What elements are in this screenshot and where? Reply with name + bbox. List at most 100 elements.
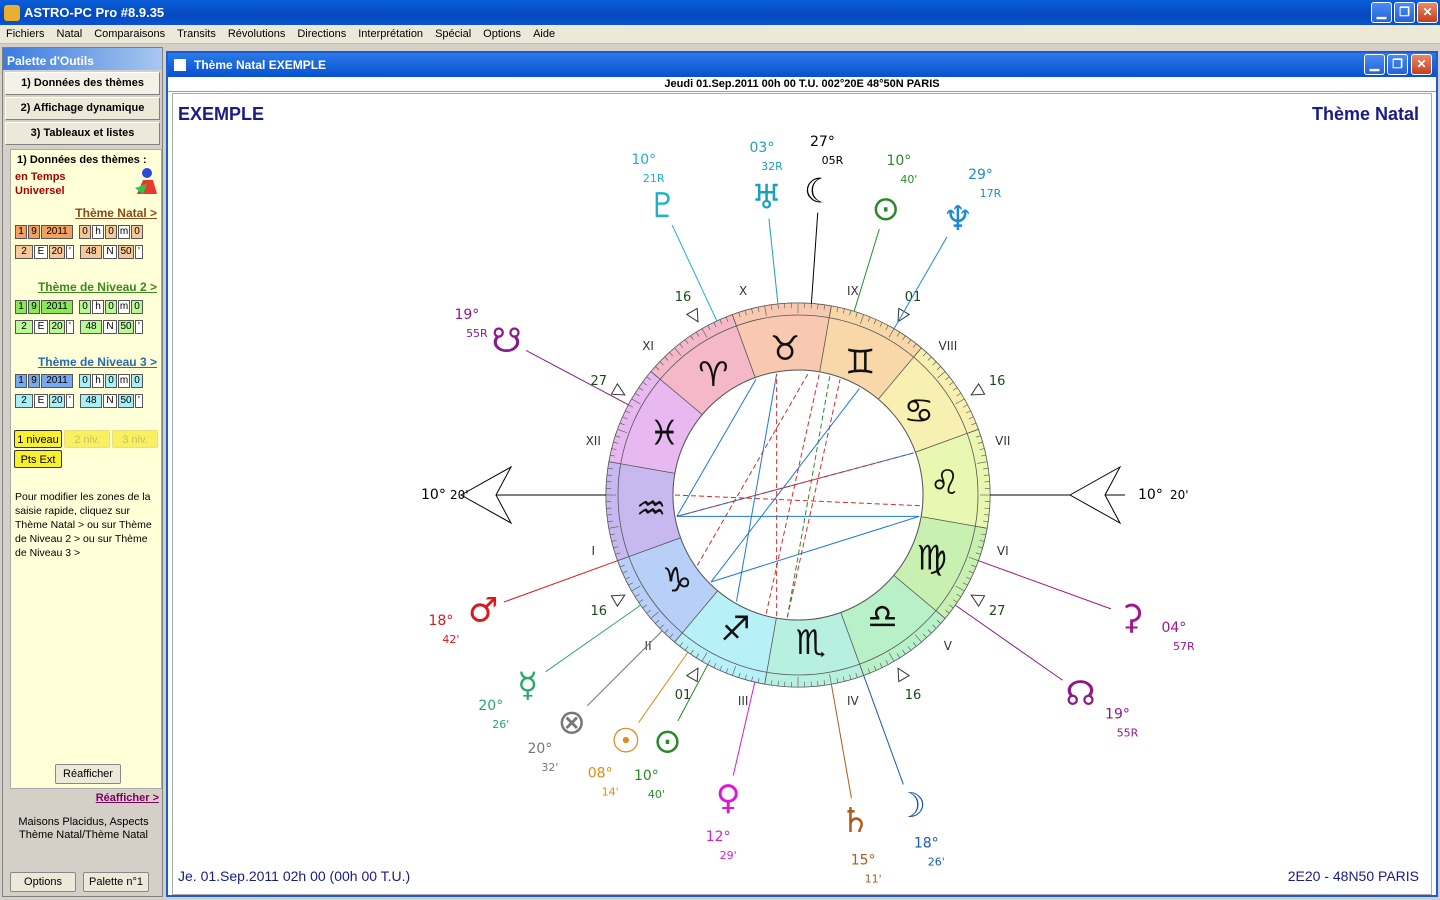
zodiac-sign-icon: ♓: [649, 414, 679, 454]
planet-minute: 17R: [980, 187, 1002, 200]
natal-month[interactable]: 9: [28, 225, 40, 239]
menu-transits[interactable]: Transits: [171, 28, 222, 40]
tab-donnees[interactable]: 1) Données des thèmes: [5, 72, 160, 95]
planet-pointer-line: [586, 630, 663, 707]
n3-hour[interactable]: 0: [79, 374, 91, 388]
planet-minute: 29': [720, 849, 737, 862]
planet-degree: 15°: [851, 852, 876, 868]
n2-lat-deg[interactable]: 48: [80, 320, 102, 334]
n2-hour[interactable]: 0: [79, 300, 91, 314]
planet-degree: 10°: [886, 153, 911, 169]
n3-year[interactable]: 2011: [41, 374, 73, 388]
house-numeral: VII: [995, 434, 1010, 448]
menu-interpretation[interactable]: Interprétation: [352, 28, 429, 40]
n2-minute[interactable]: 0: [105, 300, 117, 314]
chart-window-icon: [174, 59, 186, 71]
planet-glyph-icon: ⚳: [1119, 597, 1144, 637]
level-3-button[interactable]: 3 niv.: [112, 430, 158, 448]
app-titlebar: ASTRO-PC Pro #8.9.35 ▁ ❐ ✕: [0, 0, 1440, 25]
planet-glyph-icon: ☊: [1066, 674, 1096, 714]
house-numeral: II: [645, 639, 652, 653]
planet-degree: 12°: [706, 829, 731, 845]
house-numeral: IX: [847, 284, 859, 298]
n3-minute[interactable]: 0: [105, 374, 117, 388]
reafficher-link[interactable]: Réafficher >: [3, 792, 159, 804]
menu-directions[interactable]: Directions: [291, 28, 352, 40]
house-numeral: XII: [586, 434, 601, 448]
chart-close-button[interactable]: ✕: [1411, 54, 1432, 75]
planet-pointer-line: [503, 560, 618, 603]
minimize-button[interactable]: ▁: [1371, 2, 1392, 23]
house-cusp-label: 16: [675, 290, 692, 305]
n2-lon-deg[interactable]: 2: [15, 320, 33, 334]
planet-pointer-line: [863, 675, 904, 785]
menu-special[interactable]: Spécial: [429, 28, 477, 40]
n3-day[interactable]: 1: [15, 374, 27, 388]
natal-second[interactable]: 0: [131, 225, 143, 239]
n3-lat-deg[interactable]: 48: [80, 394, 102, 408]
natal-minute[interactable]: 0: [105, 225, 117, 239]
n3-lon-dir[interactable]: E: [34, 394, 48, 408]
n3-lon-unit: ': [66, 394, 74, 408]
house-numeral: III: [738, 694, 749, 708]
tab-affichage[interactable]: 2) Affichage dynamique: [5, 97, 160, 120]
natal-lat-dir[interactable]: N: [103, 245, 117, 259]
n3-lat-min[interactable]: 50: [118, 394, 134, 408]
n2-lon-min[interactable]: 20: [49, 320, 65, 334]
close-button[interactable]: ✕: [1417, 2, 1438, 23]
natal-lat-deg[interactable]: 48: [80, 245, 102, 259]
palette-button[interactable]: Palette n°1: [83, 872, 149, 892]
reafficher-button[interactable]: Réafficher: [55, 764, 121, 784]
chart-restore-button[interactable]: ❐: [1387, 54, 1408, 75]
chart-minimize-button[interactable]: ▁: [1364, 54, 1385, 75]
natal-lat-min[interactable]: 50: [118, 245, 134, 259]
n3-second[interactable]: 0: [131, 374, 143, 388]
n3-m-label: m: [118, 374, 130, 388]
natal-lon-min[interactable]: 20: [49, 245, 65, 259]
n2-lat-min[interactable]: 50: [118, 320, 134, 334]
n3-lon-deg[interactable]: 2: [15, 394, 33, 408]
planet-pointer-line: [525, 349, 629, 406]
menu-aide[interactable]: Aide: [527, 28, 561, 40]
planet-minute: 05R: [822, 154, 844, 167]
planet-minute: 57R: [1173, 640, 1195, 653]
natal-hour[interactable]: 0: [79, 225, 91, 239]
natal-year[interactable]: 2011: [41, 225, 73, 239]
natal-lon-deg[interactable]: 2: [15, 245, 33, 259]
natal-day[interactable]: 1: [15, 225, 27, 239]
theme-natal-link[interactable]: Thème Natal >: [11, 206, 157, 220]
theme-niveau2-link[interactable]: Thème de Niveau 2 >: [11, 280, 157, 294]
menu-comparaisons[interactable]: Comparaisons: [88, 28, 171, 40]
n2-month[interactable]: 9: [28, 300, 40, 314]
n3-lat-dir[interactable]: N: [103, 394, 117, 408]
astro-wheel: ♈♉ ♊♋♌♍♎♏♐♑♒♓10° 20' 10° 20'2716 011627160116…: [421, 134, 1195, 885]
theme-niveau3-link[interactable]: Thème de Niveau 3 >: [11, 355, 157, 369]
n2-lat-dir[interactable]: N: [103, 320, 117, 334]
tab-tableaux[interactable]: 3) Tableaux et listes: [5, 122, 160, 145]
n2-second[interactable]: 0: [131, 300, 143, 314]
n3-lon-min[interactable]: 20: [49, 394, 65, 408]
natal-lon-dir[interactable]: E: [34, 245, 48, 259]
level-2-button[interactable]: 2 niv.: [64, 430, 110, 448]
planet-pointer-line: [671, 224, 718, 322]
n2-day[interactable]: 1: [15, 300, 27, 314]
planet-glyph-icon: ⊗: [557, 702, 586, 742]
natal-lat-unit: ': [135, 245, 143, 259]
menu-natal[interactable]: Natal: [51, 28, 89, 40]
menu-options[interactable]: Options: [477, 28, 527, 40]
planet-minute: 40': [648, 788, 665, 801]
zodiac-sign-icon: ♈: [698, 355, 728, 395]
restore-button[interactable]: ❐: [1394, 2, 1415, 23]
options-button[interactable]: Options: [10, 872, 76, 892]
level-1-button[interactable]: 1 niveau: [14, 430, 62, 448]
app-icon: [4, 4, 20, 21]
pts-ext-button[interactable]: Pts Ext: [14, 450, 62, 468]
house-cusp-label: 16: [591, 604, 608, 619]
n2-year[interactable]: 2011: [41, 300, 73, 314]
menu-revolutions[interactable]: Révolutions: [222, 28, 291, 40]
n2-lon-dir[interactable]: E: [34, 320, 48, 334]
house-numeral: I: [591, 544, 595, 558]
n3-month[interactable]: 9: [28, 374, 40, 388]
planet-minute: 21R: [643, 172, 665, 185]
menu-fichiers[interactable]: Fichiers: [0, 28, 51, 40]
